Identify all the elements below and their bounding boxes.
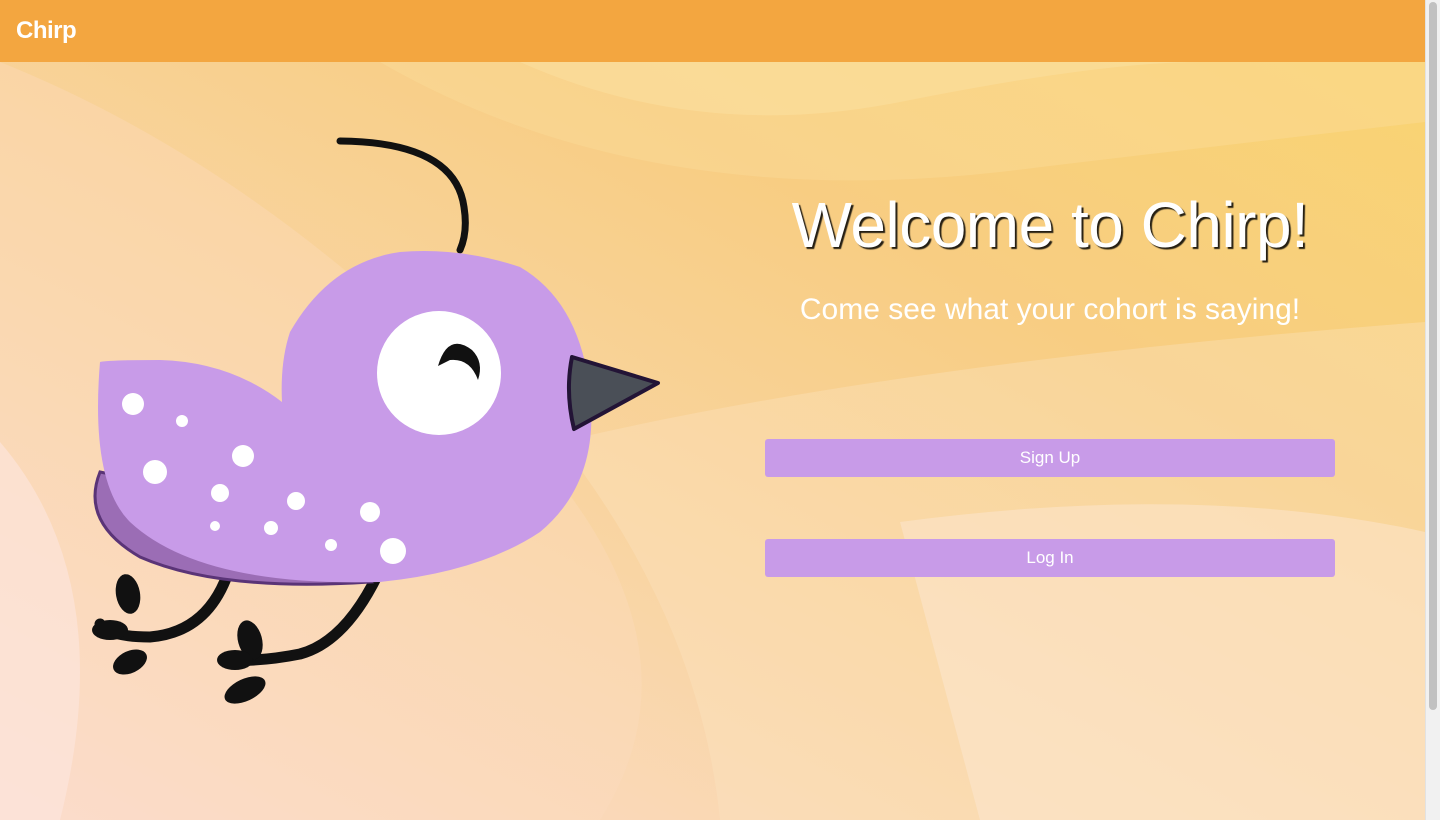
welcome-heading: Welcome to Chirp! [791, 189, 1309, 261]
brand-logo-link[interactable]: Chirp [16, 17, 77, 45]
navbar: Chirp [0, 0, 1425, 62]
tagline-text: Come see what your cohort is saying! [799, 293, 1301, 326]
bird-mascot-icon [92, 137, 660, 704]
vertical-scrollbar[interactable] [1425, 0, 1440, 820]
hero-section: Welcome to Chirp! Come see what your coh… [0, 62, 1425, 820]
scrollbar-thumb[interactable] [1429, 2, 1437, 710]
log-in-button[interactable]: Log In [765, 539, 1335, 577]
sign-up-button[interactable]: Sign Up [765, 439, 1335, 477]
